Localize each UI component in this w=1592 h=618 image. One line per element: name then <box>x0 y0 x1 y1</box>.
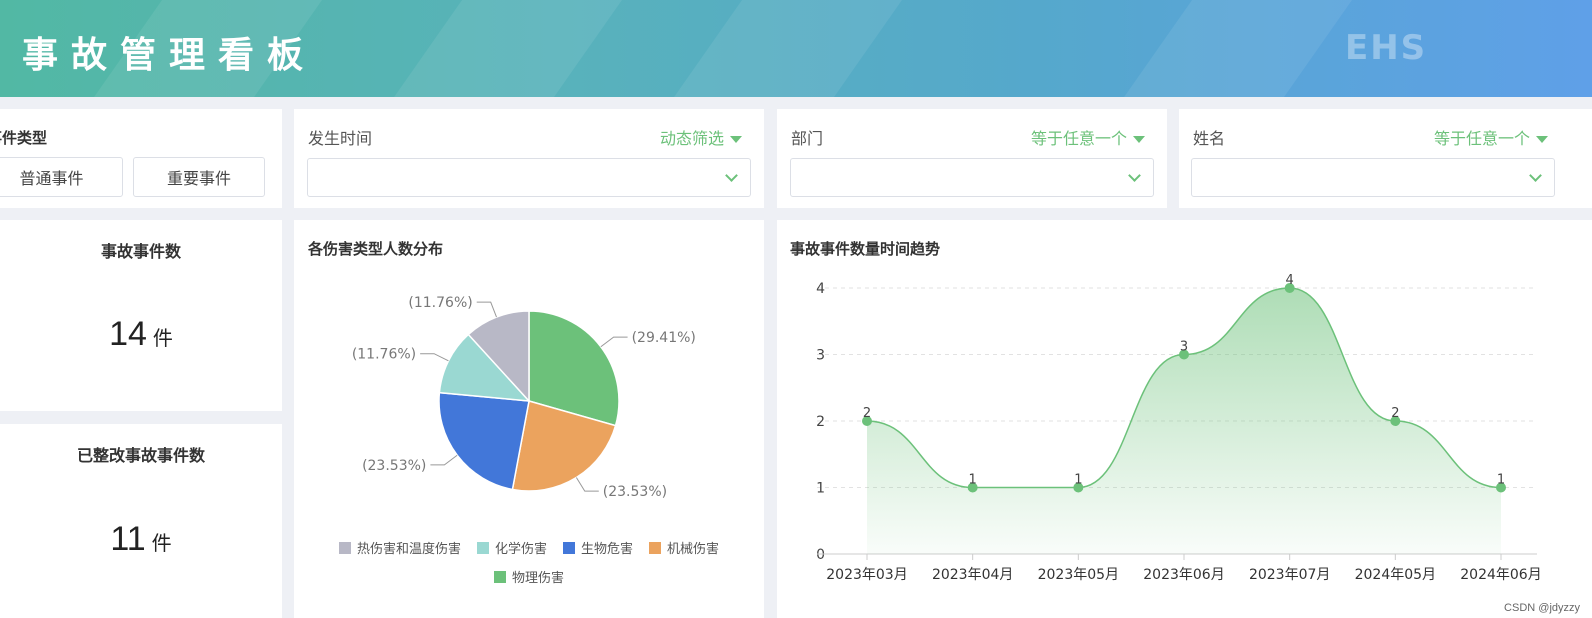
filter-mode-label: 动态筛选 <box>659 129 724 148</box>
filter-occur-time: 发生时间 动态筛选 <box>294 109 764 208</box>
pie-data-label: (29.41%) <box>632 330 696 346</box>
pie-label-line <box>575 477 599 492</box>
data-label: 2 <box>1391 406 1399 421</box>
filter-event-type: 事件类型 普通事件 重要事件 <box>0 109 282 208</box>
legend-swatch <box>563 542 575 554</box>
data-label: 2 <box>863 406 871 421</box>
caret-down-icon <box>1133 136 1145 143</box>
chevron-down-icon <box>1128 169 1141 182</box>
pie-label-line <box>430 454 458 466</box>
pie-label-line <box>600 336 628 348</box>
pie-data-label: (11.76%) <box>408 295 472 311</box>
filter-mode-label: 等于任意一个 <box>1433 129 1530 148</box>
kpi-unit: 件 <box>152 326 173 350</box>
legend-item: 化学伤害 <box>495 541 547 557</box>
chevron-down-icon <box>1529 169 1542 182</box>
pie-slice <box>438 391 530 491</box>
legend-item: 物理伤害 <box>512 570 564 586</box>
legend-item: 热伤害和温度伤害 <box>357 541 461 557</box>
filter-label: 部门 <box>791 129 824 148</box>
x-tick-label: 2023年06月 <box>1143 567 1224 583</box>
filter-mode-dropdown[interactable]: 等于任意一个 <box>1434 125 1548 149</box>
y-tick-label: 2 <box>816 414 825 430</box>
pie-data-label: (23.53%) <box>362 458 426 474</box>
pie-data-label: (23.53%) <box>603 484 667 500</box>
kpi-number: 11 <box>110 520 146 558</box>
legend-item: 机械伤害 <box>667 541 719 557</box>
x-tick-label: 2024年06月 <box>1460 567 1541 583</box>
kpi-title: 已整改事故事件数 <box>76 446 205 465</box>
name-select[interactable] <box>1191 158 1555 197</box>
filter-label: 姓名 <box>1193 129 1226 148</box>
legend-swatch <box>339 542 351 554</box>
occur-time-select[interactable] <box>307 158 751 197</box>
watermark: CSDN @jdyzzy <box>1504 602 1580 614</box>
y-tick-label: 1 <box>816 481 825 497</box>
legend-swatch <box>649 542 661 554</box>
y-tick-label: 4 <box>816 281 825 297</box>
page-title: 事故管理看板 <box>22 35 317 76</box>
kpi-unit: 件 <box>151 531 172 555</box>
y-tick-label: 0 <box>816 547 825 563</box>
kpi-value: 11 件 <box>0 520 282 559</box>
caret-down-icon <box>730 136 742 143</box>
filter-mode-dropdown[interactable]: 等于任意一个 <box>1031 125 1145 149</box>
filter-mode-label: 等于任意一个 <box>1030 129 1127 148</box>
legend-swatch <box>477 542 489 554</box>
x-tick-label: 2023年07月 <box>1249 567 1330 583</box>
line-chart: 0 1 2 3 4 2 2023年03月 1 2023年04月 1 2023年05月 3 2023年06… <box>816 273 1542 583</box>
kpi-card-accidents: 事故事件数 14 件 <box>0 220 282 411</box>
data-label: 4 <box>1286 273 1294 288</box>
filter-label: 事件类型 <box>0 129 48 147</box>
kpi-card-rectified: 已整改事故事件数 11 件 <box>0 424 282 618</box>
department-select[interactable] <box>790 158 1154 197</box>
chevron-down-icon <box>725 169 738 182</box>
kpi-number: 14 <box>109 315 147 353</box>
data-label: 1 <box>969 473 977 488</box>
pie-chart: (29.41%) (23.53%) (23.53%) (11.76%) (11.76%)… <box>339 295 719 586</box>
data-label: 1 <box>1074 473 1082 488</box>
pie-label-line <box>420 353 449 362</box>
banner-decoration <box>629 0 931 97</box>
filter-department: 部门 等于任意一个 <box>777 109 1167 208</box>
pie-data-label: (11.76%) <box>352 347 416 363</box>
filter-mode-dropdown[interactable]: 动态筛选 <box>660 125 742 149</box>
legend-swatch <box>494 571 506 583</box>
banner-decoration <box>1079 0 1381 97</box>
x-tick-label: 2023年05月 <box>1038 567 1119 583</box>
important-event-button[interactable]: 重要事件 <box>133 157 265 197</box>
legend-item: 生物危害 <box>581 541 633 557</box>
data-label: 1 <box>1497 473 1505 488</box>
normal-event-button[interactable]: 普通事件 <box>0 157 123 197</box>
pie-chart-card: 各伤害类型人数分布 (29.41%) (23.53%) (23.53%) (11.76… <box>294 220 764 618</box>
ehs-logo: EHS <box>1345 28 1428 68</box>
filter-name: 姓名 等于任意一个 <box>1179 109 1592 208</box>
line-chart-card: 事故事件数量时间趋势 0 1 2 3 4 2 2023年03月 1 2023年04月 1 2023年… <box>777 220 1592 618</box>
filter-label: 发生时间 <box>308 129 373 148</box>
x-tick-label: 2024年05月 <box>1355 567 1436 583</box>
x-tick-label: 2023年03月 <box>826 567 907 583</box>
y-tick-label: 3 <box>816 348 825 364</box>
x-tick-label: 2023年04月 <box>932 567 1013 583</box>
caret-down-icon <box>1536 136 1548 143</box>
kpi-value: 14 件 <box>0 315 282 354</box>
kpi-title: 事故事件数 <box>100 242 181 261</box>
banner-decoration <box>349 0 651 97</box>
pie-label-line <box>476 301 497 318</box>
header-banner: 事故管理看板 EHS <box>0 0 1592 97</box>
data-label: 3 <box>1180 340 1188 355</box>
